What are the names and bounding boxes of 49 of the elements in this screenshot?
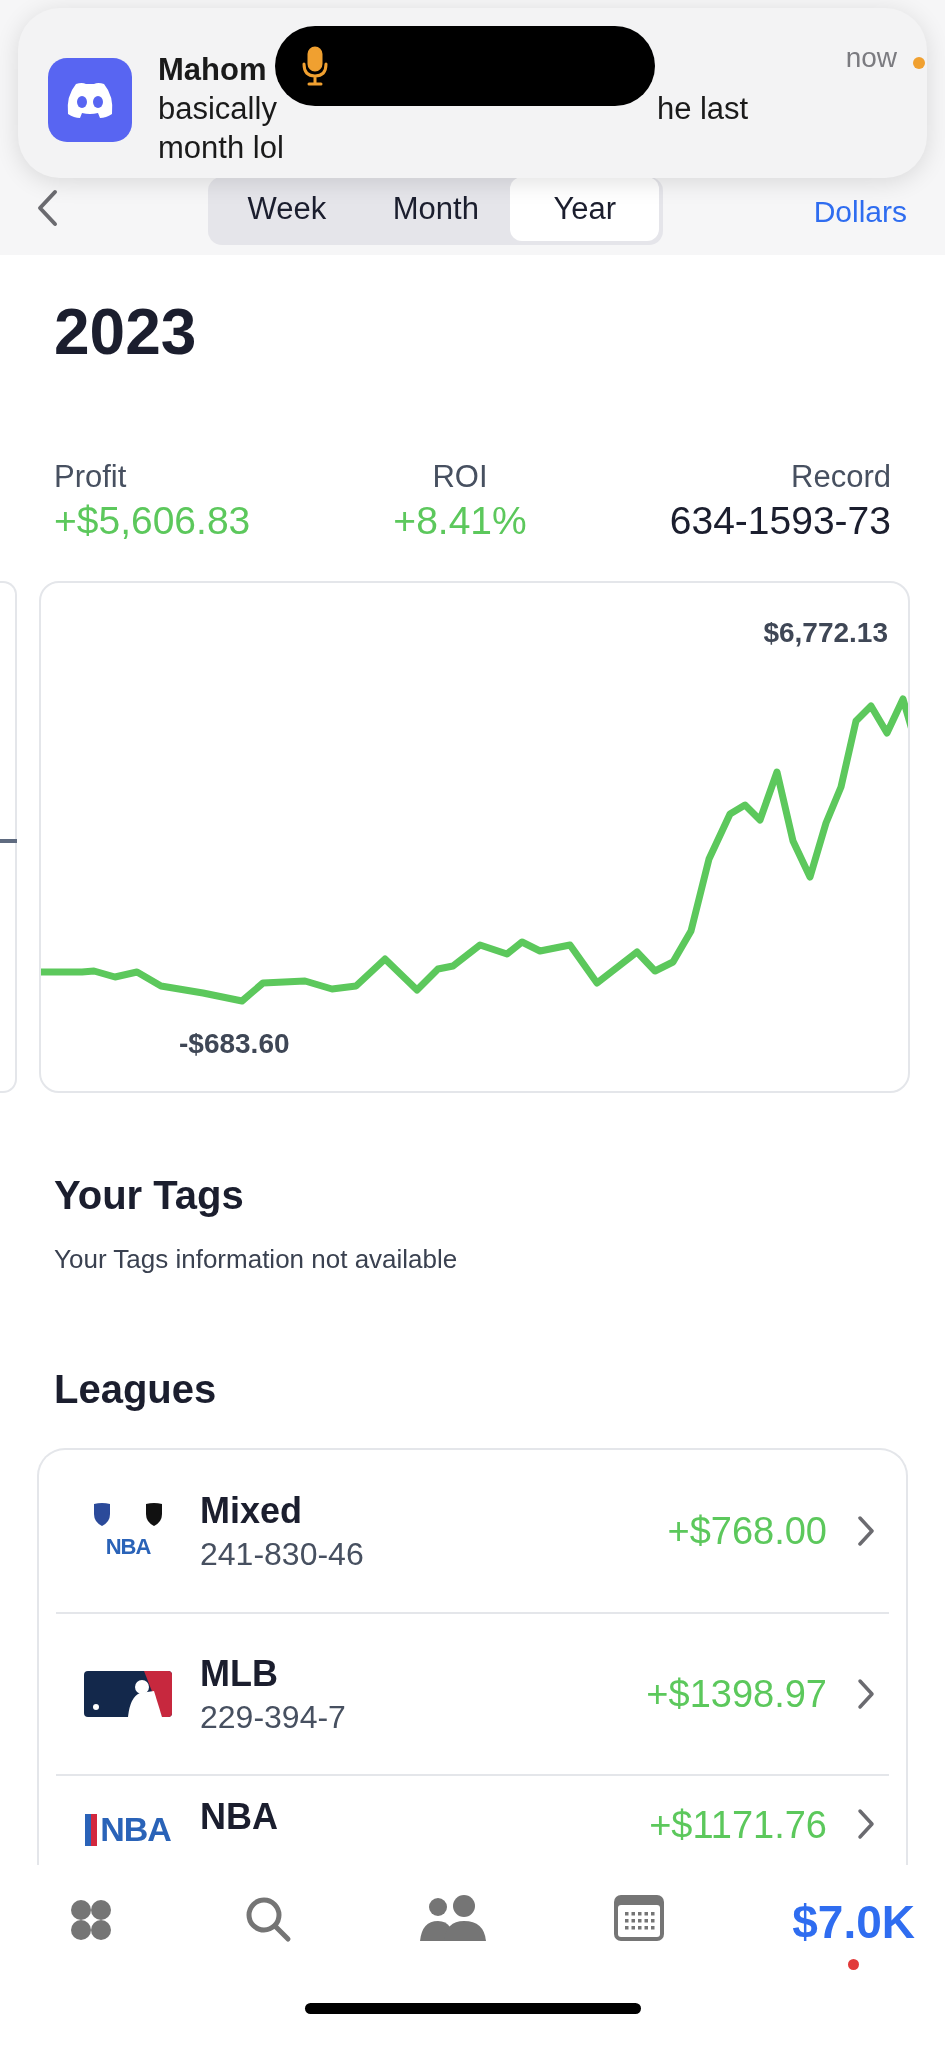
people-icon <box>420 1895 487 1941</box>
league-profit: +$1171.76 <box>649 1804 827 1847</box>
period-tab[interactable]: Year <box>510 177 660 241</box>
period-tab[interactable]: Week <box>212 177 362 241</box>
stat-value: +$5,606.83 <box>54 499 251 543</box>
league-name: NBA <box>200 1796 279 1838</box>
period-tab[interactable]: Month <box>361 177 511 241</box>
balance-tab[interactable]: $7.0K <box>792 1895 915 1970</box>
back-icon[interactable] <box>36 189 58 227</box>
notification-text: month lol <box>158 129 285 167</box>
notification-time: now <box>845 42 897 74</box>
chevron-icon <box>857 1678 875 1710</box>
league-row[interactable]: MLB 229-394-7 +$1398.97 <box>56 1612 889 1774</box>
league-row[interactable]: NBA Mixed 241-830-46 +$768.00 <box>56 1450 889 1612</box>
chevron-icon <box>857 1808 875 1840</box>
league-name: MLB <box>200 1652 279 1695</box>
section-title: Leagues <box>53 1367 218 1412</box>
stat-label: Profit <box>54 459 127 495</box>
notification-banner[interactable]: Mahom basically he last month lol now <box>18 8 927 178</box>
app-icon <box>48 58 132 142</box>
stat-value: +8.41% <box>393 499 527 543</box>
section-title: Your Tags <box>53 1173 245 1218</box>
search-tab[interactable] <box>244 1895 293 1943</box>
calendar-tab[interactable] <box>614 1895 665 1941</box>
league-name: Mixed <box>200 1489 304 1532</box>
notification-text: he last <box>656 90 749 128</box>
league-profit: +$768.00 <box>667 1509 827 1553</box>
microphone-icon <box>302 46 328 86</box>
people-tab[interactable] <box>420 1895 487 1941</box>
stat-value: 634-1593-73 <box>669 499 891 543</box>
notification-title: Mahom <box>158 51 267 89</box>
year-heading: 2023 <box>53 295 198 369</box>
stat-label: Record <box>791 459 891 495</box>
league-record: 241-830-46 <box>200 1535 365 1573</box>
calendar-icon <box>614 1895 665 1941</box>
search-icon <box>244 1895 293 1943</box>
league-record: 229-394-7 <box>200 1698 347 1736</box>
privacy-indicator-icon <box>913 57 925 69</box>
logo-text: NBA <box>100 1810 171 1849</box>
baseball-logo-icon <box>84 1671 172 1717</box>
league-profit: +$1398.97 <box>646 1672 827 1716</box>
chevron-icon <box>857 1515 875 1547</box>
empty-message: Your Tags information not available <box>53 1244 459 1275</box>
logo-text: NBA <box>105 1534 151 1560</box>
unit-link[interactable]: Dollars <box>813 195 907 229</box>
min-value-label: -$683.60 <box>179 1028 290 1060</box>
max-value-label: $6,772.13 <box>763 617 888 649</box>
stat-label: ROI <box>432 459 488 495</box>
notification-text: basically <box>158 90 277 128</box>
